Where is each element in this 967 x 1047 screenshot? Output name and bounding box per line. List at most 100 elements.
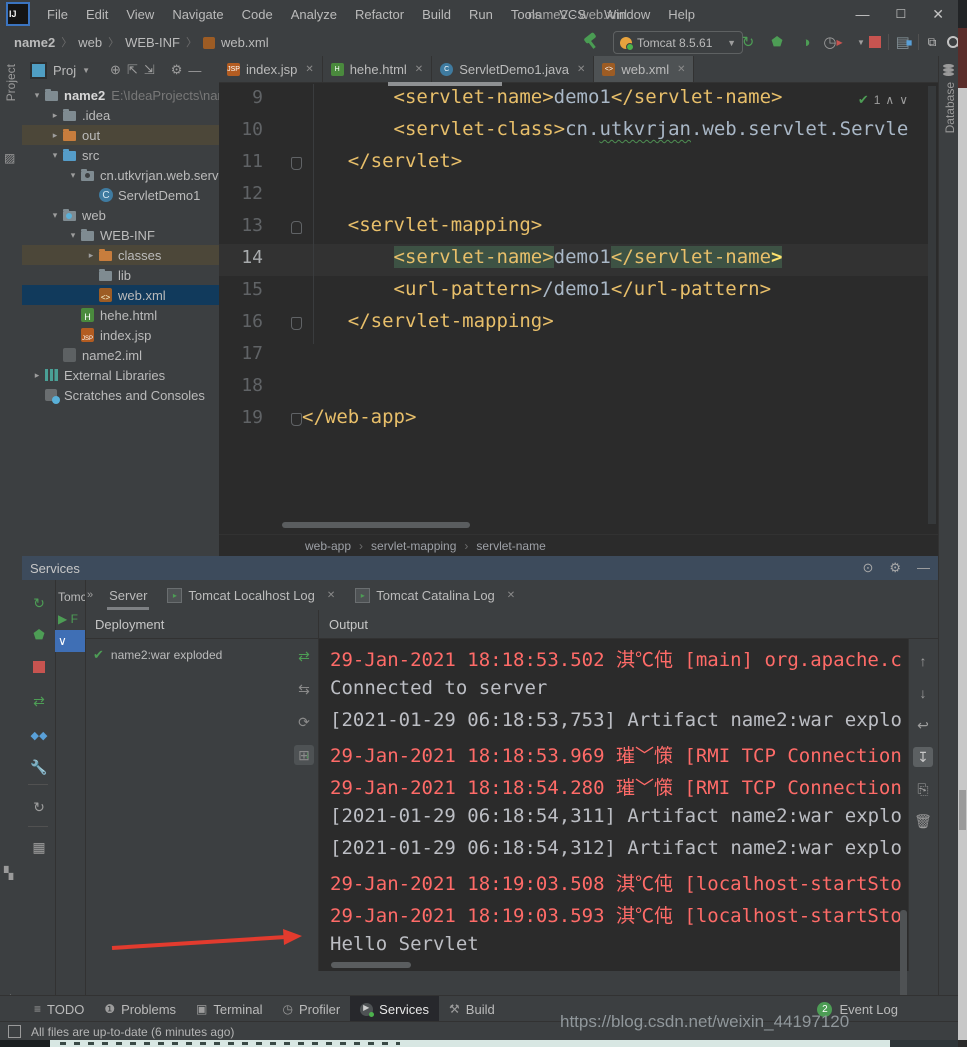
services-tree[interactable]: Tomc▶ F∨ [55,580,86,995]
line-number[interactable]: 9 [219,87,263,108]
close-tab-icon[interactable]: ✕ [327,590,335,601]
services-tab-server[interactable]: Server [99,580,157,610]
line-number[interactable]: 15 [219,279,263,300]
menu-code[interactable]: Code [233,0,282,28]
print-icon[interactable]: ⎘ [913,779,933,799]
editor-tab-hehe-html[interactable]: Hhehe.html✕ [323,56,432,82]
hide-panel-icon[interactable]: — [917,560,930,576]
services-options-icon[interactable]: ◆◆ [30,726,48,744]
run-anything-icon[interactable]: ⧉ [923,33,941,51]
float-mode-icon[interactable]: ⊙ [862,560,873,576]
console-horizontal-scrollbar[interactable] [331,962,411,968]
editor-vertical-scrollbar[interactable] [928,86,936,524]
wrench-icon[interactable]: 🔧 [30,758,48,776]
debug-server-button[interactable]: ⬟ [30,626,48,644]
toolwindow-toggle-icon[interactable] [8,1025,21,1038]
fold-marker-icon[interactable] [291,157,302,170]
tree-row-index-jsp[interactable]: index.jsp [22,325,219,345]
services-tree-row[interactable]: ▶ F [55,608,85,630]
expand-all-icon[interactable]: ⇱ [127,62,138,78]
fold-marker-icon[interactable] [291,317,302,330]
tree-row-cn-utkvrjan-web-servlet[interactable]: ▾cn.utkvrjan.web.servlet [22,165,219,185]
minimize-button[interactable]: — [856,6,870,22]
gear-icon[interactable]: ⚙ [171,62,183,78]
locate-file-icon[interactable]: ⊕ [110,62,121,78]
services-tree-row[interactable]: ∨ [55,630,85,652]
close-tab-icon[interactable]: ✕ [507,590,515,601]
menu-view[interactable]: View [117,0,163,28]
services-tree-row[interactable]: Tomc [55,586,85,608]
profiler-button[interactable]: ◷▶ [824,33,842,51]
run-configuration-select[interactable]: Tomcat 8.5.61 ▼ [613,31,743,54]
breadcrumb-item[interactable]: name2 [14,35,55,50]
soft-wrap-icon[interactable]: ↩ [913,715,933,735]
toolwindow-button-terminal[interactable]: ▣Terminal [186,996,272,1022]
database-stripe-button[interactable]: Database [943,82,957,133]
line-number[interactable]: 18 [219,375,263,396]
prev-problem-icon[interactable]: ∧ [885,93,894,107]
tree-chevron-icon[interactable]: ▾ [48,150,62,161]
code-line-13[interactable]: <servlet-mapping> [302,214,542,236]
close-tab-icon[interactable]: ✕ [415,64,423,75]
next-problem-icon[interactable]: ∨ [899,93,908,107]
toolwindow-button-profiler[interactable]: ◷Profiler [273,996,351,1022]
tree-chevron-icon[interactable]: ▸ [30,370,44,381]
tree-chevron-icon[interactable]: ▾ [48,210,62,221]
hotswap-icon[interactable]: ⊞↓ [294,745,314,765]
tree-row-classes[interactable]: ▸classes [22,245,219,265]
toolwindow-button-build[interactable]: ⚒Build [439,996,505,1022]
code-line-10[interactable]: <servlet-class>cn.utkvrjan.web.servlet.S… [302,118,908,140]
intellij-logo-icon[interactable]: IJ [6,2,30,26]
deploy-icon[interactable]: ⇄ [294,646,314,666]
project-stripe-button[interactable]: Project [4,64,18,101]
tree-row-hehe-html[interactable]: hehe.html [22,305,219,325]
services-toolwindow-icon[interactable]: ▤◼ [895,33,913,51]
run-with-coverage-button[interactable]: ◑ [797,33,815,51]
menu-file[interactable]: File [38,0,77,28]
fold-marker-icon[interactable] [291,413,302,426]
menu-edit[interactable]: Edit [77,0,117,28]
rerun-server-button[interactable]: ↻ [30,594,48,612]
scroll-down-icon[interactable]: ↓ [913,683,933,703]
code-line-15[interactable]: <url-pattern>/demo1</url-pattern> [302,278,771,300]
scroll-up-icon[interactable]: ↑ [913,651,933,671]
tree-row-name2[interactable]: ▾name2E:\IdeaProjects\name2 [22,85,219,105]
line-number[interactable]: 19 [219,407,263,428]
tree-row-scratches-and-consoles[interactable]: Scratches and Consoles [22,385,219,405]
breadcrumb-item[interactable]: web [78,35,102,50]
console-log[interactable]: 29-Jan-2021 18:18:53.502 淇℃伅 [main] org.… [319,639,909,971]
line-number[interactable]: 10 [219,119,263,140]
deploy-all-button[interactable]: ⇄ [30,692,48,710]
line-number[interactable]: 17 [219,343,263,364]
collapse-all-icon[interactable]: ⇲ [144,62,155,78]
xml-breadcrumb-item[interactable]: web-app [305,539,351,553]
gear-icon[interactable]: ⚙ [889,560,901,576]
editor-tab-web-xml[interactable]: <>web.xml✕ [594,56,694,82]
code-line-19[interactable]: </web-app> [302,406,416,428]
project-view-selector[interactable]: Proj [53,63,76,78]
xml-breadcrumb-item[interactable]: servlet-name [476,539,545,553]
menu-analyze[interactable]: Analyze [282,0,346,28]
toolwindow-button-todo[interactable]: ≡TODO [24,996,94,1022]
deployment-item[interactable]: ✔ name2:war exploded [85,639,318,663]
tree-row-out[interactable]: ▸out [22,125,219,145]
xml-breadcrumb-item[interactable]: servlet-mapping [371,539,456,553]
fold-marker-icon[interactable] [291,221,302,234]
menu-run[interactable]: Run [460,0,502,28]
close-tab-icon[interactable]: ✕ [677,64,685,75]
stop-server-button[interactable] [30,658,48,676]
code-line-14[interactable]: <servlet-name>demo1</servlet-name> [302,246,782,268]
layout-icon[interactable]: ▦ [30,838,48,856]
breadcrumb-item[interactable]: web.xml [221,35,269,50]
redeploy-icon[interactable]: ⟳ [294,712,314,732]
page-scrollbar[interactable] [958,88,967,1040]
breadcrumb-item[interactable]: WEB-INF [125,35,180,50]
rerun-button[interactable]: ↻ [739,33,757,51]
toolwindow-button-services[interactable]: Services [350,996,439,1022]
build-hammer-icon[interactable] [583,33,599,49]
services-tab-tomcat-localhost-log[interactable]: ▸Tomcat Localhost Log✕ [157,580,345,610]
menu-build[interactable]: Build [413,0,460,28]
tree-row-lib[interactable]: lib [22,265,219,285]
tree-chevron-icon[interactable]: ▾ [30,90,44,101]
tree-row-web[interactable]: ▾web [22,205,219,225]
